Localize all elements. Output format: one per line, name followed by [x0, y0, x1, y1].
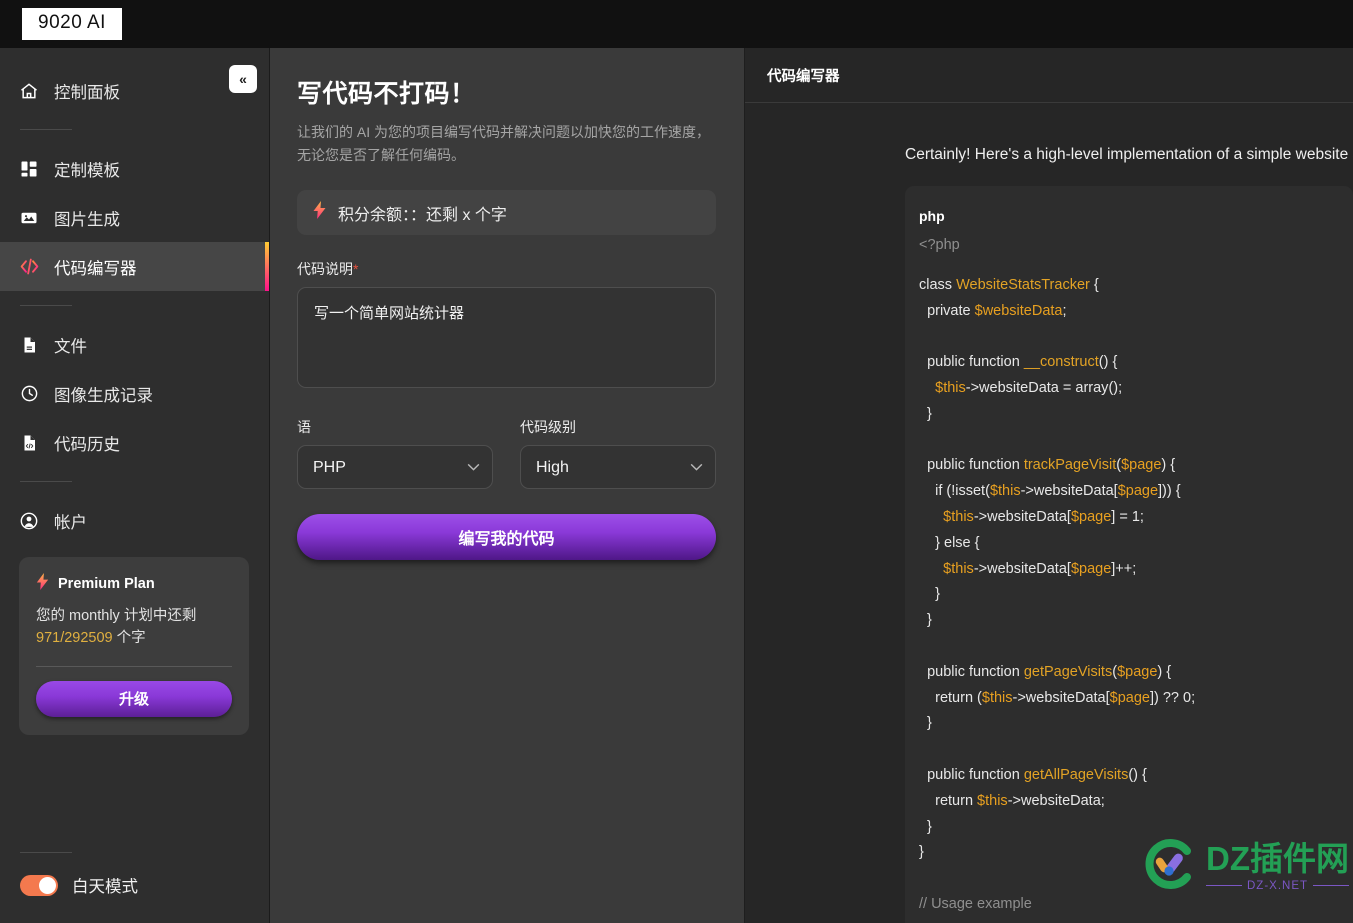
lightning-icon [36, 573, 49, 595]
sidebar-item-label: 代码历史 [54, 435, 120, 454]
sidebar-collapse-button[interactable]: « [229, 65, 257, 93]
plan-separator [36, 665, 232, 667]
level-select[interactable]: High [520, 445, 716, 490]
day-mode-toggle-row[interactable]: 白天模式 [0, 873, 269, 923]
app-logo[interactable]: 9020 AI [22, 8, 122, 40]
sidebar-item-label: 图片生成 [54, 210, 120, 229]
sidebar-item-label: 控制面板 [54, 83, 120, 102]
sidebar: 控制面板 « 定制模板 图片生成 代码编写器 文件 图像生成记录 代码历史 帐户… [0, 48, 270, 923]
code-content[interactable]: class WebsiteStatsTracker { private $web… [919, 273, 1353, 923]
file-icon [18, 334, 40, 356]
plan-quota-prefix: 您的 monthly 计划中还剩 [36, 608, 197, 624]
language-field: 语 PHP [297, 393, 493, 490]
code-description-input[interactable] [297, 287, 716, 389]
premium-plan-card: Premium Plan 您的 monthly 计划中还剩 971/292509… [19, 557, 249, 735]
lightning-icon [313, 201, 326, 224]
code-history-icon [18, 432, 40, 454]
sidebar-item-label: 图像生成记录 [54, 386, 153, 405]
output-body: Certainly! Here's a high-level implement… [745, 103, 1353, 923]
credit-balance-pill: 积分余额：：还剩 x 个字 [297, 190, 716, 236]
sidebar-item-account[interactable]: 帐户 [0, 496, 269, 545]
page-title: 写代码不打码！ [297, 80, 476, 108]
plan-quota-text: 您的 monthly 计划中还剩 971/292509 个字 [36, 606, 232, 650]
sidebar-item-code-writer[interactable]: 代码编写器 [0, 242, 269, 291]
sidebar-divider [20, 481, 72, 482]
language-select-wrap: PHP [297, 445, 493, 490]
app-root: 9020 AI 控制面板 « 定制模板 图片生成 代码编写器 文件 图像生成记录… [0, 0, 1353, 923]
image-icon [18, 207, 40, 229]
sidebar-item-label: 定制模板 [54, 161, 120, 180]
page-subtitle: 让我们的 AI 为您的项目编写代码并解决问题以加快您的工作速度，无论您是否了解任… [297, 124, 711, 163]
active-indicator-bar [265, 242, 269, 291]
write-my-code-button[interactable]: 编写我的代码 [297, 514, 716, 561]
plan-quota-suffix: 个字 [116, 629, 146, 646]
code-form-panel: 写代码不打码！ 让我们的 AI 为您的项目编写代码并解决问题以加快您的工作速度，… [270, 48, 745, 923]
sidebar-divider [20, 305, 72, 306]
code-language-label: php [919, 208, 945, 224]
sidebar-item-image-generation[interactable]: 图片生成 [0, 193, 269, 242]
top-bar: 9020 AI [0, 0, 1353, 48]
plan-quota-amount: 971/292509 [36, 629, 113, 646]
sidebar-item-files[interactable]: 文件 [0, 320, 269, 369]
language-select[interactable]: PHP [297, 445, 493, 490]
label-text: 代码说明 [297, 261, 353, 278]
assistant-message: Certainly! Here's a high-level implement… [905, 146, 1353, 163]
sidebar-divider [20, 852, 72, 853]
output-panel: 代码编写器 Certainly! Here's a high-level imp… [745, 48, 1353, 923]
level-label: 代码级别 [520, 419, 576, 436]
account-icon [18, 510, 40, 532]
switch-knob [39, 876, 56, 894]
level-select-wrap: High [520, 445, 716, 490]
day-mode-switch[interactable] [20, 874, 58, 896]
history-image-icon [18, 383, 40, 405]
sidebar-item-label: 帐户 [54, 513, 87, 532]
sidebar-item-code-history[interactable]: 代码历史 [0, 418, 269, 467]
output-panel-title: 代码编写器 [745, 48, 1353, 103]
template-icon [18, 158, 40, 180]
sidebar-divider [20, 129, 72, 130]
required-mark: * [353, 261, 359, 278]
body-split: 控制面板 « 定制模板 图片生成 代码编写器 文件 图像生成记录 代码历史 帐户… [0, 48, 1353, 923]
code-icon [18, 256, 40, 278]
plan-header: Premium Plan [36, 573, 232, 595]
code-block: php <?php class WebsiteStatsTracker { pr… [905, 186, 1353, 923]
plan-title: Premium Plan [58, 576, 155, 592]
credit-balance-text: 积分余额：：还剩 x 个字 [338, 206, 507, 224]
code-description-label: 代码说明* [297, 259, 716, 279]
level-field: 代码级别 High [520, 393, 716, 490]
php-open-tag: <?php [919, 237, 960, 253]
home-icon [18, 80, 40, 102]
sidebar-item-image-history[interactable]: 图像生成记录 [0, 369, 269, 418]
day-mode-label: 白天模式 [72, 878, 138, 896]
sidebar-item-label: 代码编写器 [54, 259, 137, 278]
sidebar-item-templates[interactable]: 定制模板 [0, 144, 269, 193]
language-label: 语 [297, 419, 311, 436]
sidebar-item-label: 文件 [54, 337, 87, 356]
select-row: 语 PHP 代码级别 High [297, 393, 716, 490]
upgrade-button[interactable]: 升级 [36, 680, 232, 717]
